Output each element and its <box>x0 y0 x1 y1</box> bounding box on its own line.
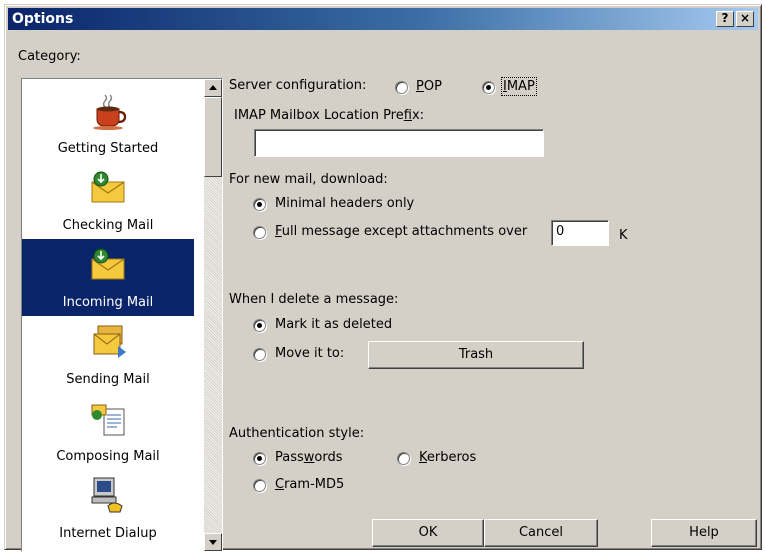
ok-button[interactable]: OK <box>372 519 484 547</box>
cancel-button[interactable]: Cancel <box>484 519 598 547</box>
envelope-incoming-icon <box>91 248 125 280</box>
move-to-label: Move it to: <box>275 346 345 361</box>
imap-prefix-label: IMAP Mailbox Location Prefix: <box>234 108 425 123</box>
imap-radio[interactable] <box>482 81 495 94</box>
kerberos-label: Kerberos <box>419 450 477 465</box>
category-label-sending-mail: Sending Mail <box>66 372 150 387</box>
imap-label: IMAP <box>501 77 537 96</box>
pop-label: POP <box>416 79 442 94</box>
size-unit-label: K <box>619 228 628 243</box>
category-item-incoming-mail[interactable]: Incoming Mail <box>22 239 194 316</box>
title-bar[interactable]: Options ? × <box>8 8 758 30</box>
compose-document-icon <box>91 404 125 436</box>
delete-label: When I delete a message: <box>229 292 399 307</box>
category-item-internet-dialup[interactable]: Internet Dialup <box>22 470 194 547</box>
window-title: Options <box>12 11 74 27</box>
download-label: For new mail, download: <box>229 172 388 187</box>
scroll-thumb[interactable] <box>204 97 222 177</box>
mark-deleted-label: Mark it as deleted <box>275 317 393 332</box>
category-label-checking-mail: Checking Mail <box>62 218 154 233</box>
category-label-incoming-mail: Incoming Mail <box>62 295 154 310</box>
passwords-radio[interactable] <box>253 452 266 465</box>
move-to-radio[interactable] <box>253 348 266 361</box>
category-list[interactable]: Getting Started Checking Mail Incoming M… <box>21 78 223 552</box>
minimal-headers-label: Minimal headers only <box>275 196 415 211</box>
category-item-checking-mail[interactable]: Checking Mail <box>22 162 194 239</box>
imap-prefix-input[interactable] <box>254 129 544 157</box>
passwords-label: Passwords <box>275 450 343 465</box>
close-title-button[interactable]: × <box>736 11 754 27</box>
scroll-up-button[interactable] <box>204 79 222 97</box>
category-label-getting-started: Getting Started <box>57 141 159 156</box>
coffee-cup-icon <box>93 94 127 130</box>
envelope-check-icon <box>91 171 125 203</box>
minimal-headers-radio[interactable] <box>253 198 266 211</box>
trash-folder-button[interactable]: Trash <box>368 341 584 369</box>
category-item-getting-started[interactable]: Getting Started <box>22 85 194 162</box>
attachment-size-input[interactable]: 0 <box>551 220 609 246</box>
help-title-button[interactable]: ? <box>716 11 734 27</box>
category-label-internet-dialup: Internet Dialup <box>59 526 157 541</box>
envelopes-sending-icon <box>93 325 126 358</box>
category-label: Category: <box>18 49 81 64</box>
category-item-sending-mail[interactable]: Sending Mail <box>22 316 194 393</box>
help-button[interactable]: Help <box>651 519 757 547</box>
cram-md5-radio[interactable] <box>253 479 266 492</box>
full-message-label: Full message except attachments over <box>275 224 528 239</box>
options-dialog: Options ? × Category: Getting Started Ch… <box>4 4 762 552</box>
scroll-down-button[interactable] <box>204 533 222 551</box>
pop-radio[interactable] <box>395 81 408 94</box>
category-label-composing-mail: Composing Mail <box>56 449 160 464</box>
mark-deleted-radio[interactable] <box>253 319 266 332</box>
kerberos-radio[interactable] <box>397 452 410 465</box>
full-message-radio[interactable] <box>253 226 266 239</box>
category-scrollbar[interactable] <box>204 79 222 551</box>
computer-phone-icon <box>91 477 123 513</box>
cram-md5-label: Cram-MD5 <box>275 477 345 492</box>
server-config-label: Server configuration: <box>229 78 367 93</box>
auth-label: Authentication style: <box>229 426 365 441</box>
category-item-composing-mail[interactable]: Composing Mail <box>22 393 194 470</box>
